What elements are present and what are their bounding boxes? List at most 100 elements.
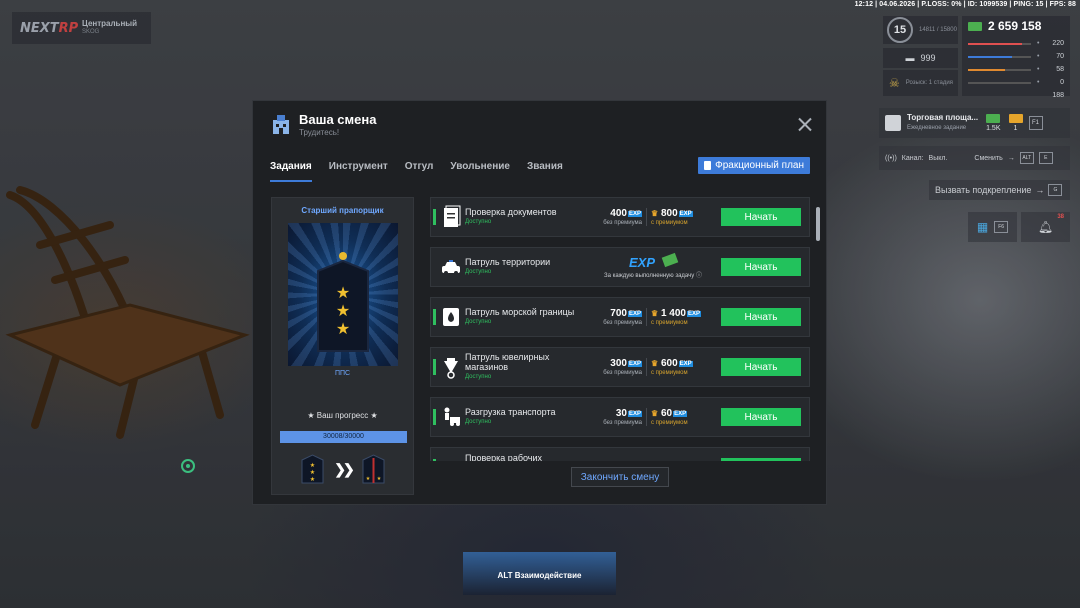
radio-label: Канал: bbox=[901, 154, 924, 162]
backup-key: G bbox=[1048, 184, 1063, 196]
tab-day-off[interactable]: Отгул bbox=[405, 161, 434, 182]
modal-tabs: Задания Инструмент Отгул Увольнение Зван… bbox=[270, 161, 563, 182]
wanted-text: Розыск: 1 стадия bbox=[905, 80, 953, 86]
calendar-button[interactable]: ▦ F6 bbox=[968, 212, 1017, 242]
reward-premium-note: с премиумом bbox=[651, 220, 688, 226]
modal-subtitle: Трудитесь! bbox=[299, 128, 340, 137]
crown-icon: ♛ bbox=[651, 309, 659, 318]
start-button[interactable]: Начать bbox=[721, 258, 801, 276]
svg-text:★: ★ bbox=[310, 469, 315, 476]
reward-note: За каждую выполненную задачу bbox=[604, 273, 695, 279]
server-sub: SKOG bbox=[82, 29, 100, 35]
task-status: Доступно bbox=[465, 269, 492, 275]
food-icon: • bbox=[1037, 53, 1040, 60]
start-button[interactable]: Начать bbox=[721, 358, 801, 376]
reward-base: 30 bbox=[615, 408, 627, 419]
task-status: Доступно bbox=[465, 219, 492, 225]
patrol-car-icon bbox=[442, 260, 460, 275]
start-button[interactable]: Начать bbox=[721, 208, 801, 226]
worker-icon bbox=[441, 455, 461, 461]
shift-modal: Ваша смена Трудитесь! Задания Инструмент… bbox=[252, 100, 827, 505]
next-rank-icon: ★ ★ bbox=[362, 454, 385, 484]
svg-text:★: ★ bbox=[336, 321, 350, 338]
quest-reward-money: 1.5K bbox=[986, 114, 1001, 132]
calendar-icon: ▦ bbox=[976, 220, 989, 234]
close-icon[interactable] bbox=[798, 117, 812, 131]
svg-text:★: ★ bbox=[310, 476, 315, 483]
wanted-panel: ☠ Розыск: 1 стадия bbox=[883, 70, 958, 96]
info-icon: ⓘ bbox=[695, 273, 702, 279]
faction-plan-button[interactable]: Фракционный план bbox=[698, 157, 810, 174]
current-rank-icon: ★ ★ ★ bbox=[301, 454, 324, 484]
arrow-right-icon: → bbox=[1007, 154, 1015, 162]
calendar-key: F6 bbox=[994, 221, 1009, 233]
task-name: Проверка рабочих bbox=[465, 453, 543, 461]
rank-card: Старший прапорщик ★ ★ ★ ППС ★ Ваш прогре… bbox=[271, 197, 414, 495]
reward-base: 300 bbox=[610, 358, 627, 369]
reward-base-note: без премиума bbox=[603, 370, 642, 376]
cash-icon bbox=[661, 252, 679, 268]
svg-text:★: ★ bbox=[310, 462, 315, 469]
reward-base: 400 bbox=[610, 208, 627, 219]
interaction-hint-text: ALT Взаимодействие bbox=[497, 571, 582, 580]
hud-stat-row: • 70 bbox=[962, 50, 1070, 63]
scrollbar-thumb[interactable] bbox=[816, 207, 820, 241]
task-item: Разгрузка транспорта Доступно 30 EXP без пр… bbox=[430, 397, 810, 437]
task-list[interactable]: Проверка документов Доступно 400 EXP без пр… bbox=[430, 197, 812, 461]
level-badge: 15 bbox=[887, 17, 913, 43]
start-button[interactable]: Начать bbox=[721, 408, 801, 426]
crown-icon: ♛ bbox=[651, 209, 659, 218]
task-status: Доступно bbox=[465, 374, 492, 380]
reward-premium-note: с премиумом bbox=[651, 420, 688, 426]
hud-icon-row: ▦ F6 🔔︎ 38 bbox=[968, 212, 1070, 242]
end-shift-button[interactable]: Закончить смену bbox=[571, 467, 669, 487]
reward-base: 700 bbox=[610, 308, 627, 319]
exp-label: EXP bbox=[628, 255, 655, 270]
tab-tasks[interactable]: Задания bbox=[270, 161, 312, 182]
count-panel: ▬ 999 bbox=[883, 48, 958, 68]
stat-extra: 188 bbox=[1052, 92, 1064, 99]
tab-tool[interactable]: Инструмент bbox=[329, 161, 388, 182]
radio-key-2: E bbox=[1038, 152, 1053, 164]
task-name: Патруль ювелирных магазинов bbox=[465, 352, 550, 372]
server-name: Центральный SKOG bbox=[82, 19, 138, 35]
bell-icon: 🔔︎ bbox=[1037, 220, 1054, 234]
rank-progress-bar: 30008/30000 bbox=[280, 431, 407, 443]
money-value: 2 659 158 bbox=[988, 19, 1042, 33]
reward-premium: 1 400 bbox=[660, 308, 686, 319]
quest-title: Торговая площа... bbox=[907, 113, 979, 122]
task-item: Проверка документов Доступно 400 EXP без пр… bbox=[430, 197, 810, 237]
notification-badge: 38 bbox=[1057, 214, 1064, 220]
rank-name: Старший прапорщик bbox=[301, 206, 384, 215]
progress-text: 30008/30000 bbox=[323, 433, 364, 440]
modal-header: Ваша смена Трудитесь! bbox=[271, 112, 376, 137]
svg-text:★: ★ bbox=[336, 285, 350, 302]
quest-key: F1 bbox=[1028, 116, 1043, 130]
reward-premium: 800 bbox=[660, 208, 678, 219]
police-station-icon bbox=[273, 114, 289, 134]
hud-stat-row: • 220 bbox=[962, 37, 1070, 50]
notifications-button[interactable]: 🔔︎ 38 bbox=[1021, 212, 1070, 242]
arrow-right-icon: → bbox=[1035, 185, 1045, 195]
radio-icon: ((•)) bbox=[885, 154, 897, 162]
task-name: Патруль территории bbox=[465, 257, 551, 267]
hud-stat-value: 0 bbox=[1060, 79, 1064, 86]
count-value: 999 bbox=[920, 53, 936, 63]
svg-text:★: ★ bbox=[336, 303, 350, 320]
progress-title: ★ Ваш прогресс ★ bbox=[307, 411, 378, 420]
status-bar: 12:12 | 04.06.2026 | P.LOSS: 0% | ID: 10… bbox=[854, 1, 1076, 8]
tab-resign[interactable]: Увольнение bbox=[450, 161, 510, 182]
task-status: Доступно bbox=[465, 419, 492, 425]
radio-change: Сменить bbox=[974, 154, 1003, 162]
rank-upgrade-row: ★ ★ ★ ❯❯ ★ ★ bbox=[300, 454, 386, 484]
start-button[interactable]: Начать bbox=[721, 308, 801, 326]
start-button[interactable] bbox=[721, 458, 801, 461]
tab-ranks[interactable]: Звания bbox=[527, 161, 563, 182]
daily-quest-panel[interactable]: Торговая площа... Ежедневное задание 1.5… bbox=[879, 108, 1070, 138]
quest-reward-exp: 1 bbox=[1008, 114, 1023, 132]
chevron-right-icon: ❯❯ bbox=[334, 460, 355, 477]
hud-stat-row: • 58 bbox=[962, 63, 1070, 76]
call-backup-panel[interactable]: Вызвать подкрепление → G bbox=[929, 180, 1070, 200]
jewelry-icon bbox=[444, 358, 458, 379]
car-icon: ▬ bbox=[905, 53, 915, 63]
